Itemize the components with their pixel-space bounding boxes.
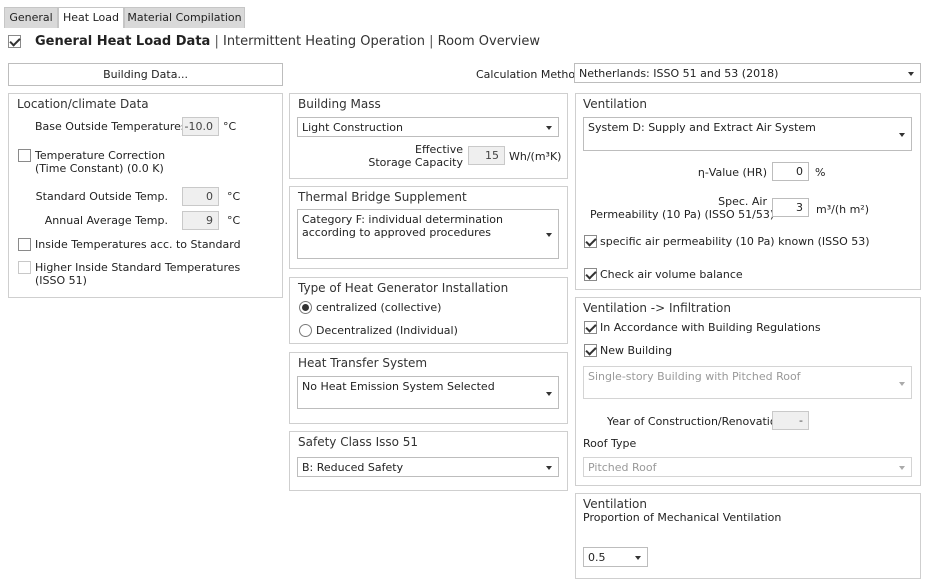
chevron-down-icon <box>546 392 552 396</box>
perm-known-label: specific air permeability (10 Pa) known … <box>600 235 870 248</box>
base-outside-label: Base Outside Temperatures <box>35 120 187 133</box>
eta-label: η-Value (HR) <box>697 166 767 179</box>
roof-type-select[interactable]: Pitched Roof <box>583 457 912 477</box>
std-outside-label: Standard Outside Temp. <box>35 190 168 203</box>
eff-storage-unit: Wh/(m³K) <box>509 150 562 163</box>
thermal-bridge-value-line2: according to approved procedures <box>302 226 491 239</box>
calc-method-label: Calculation Method <box>476 68 583 81</box>
eta-field[interactable]: 0 <box>772 162 809 181</box>
decentralized-radio[interactable] <box>299 324 312 337</box>
ventilation-title: Ventilation <box>583 97 647 111</box>
header-check-icon[interactable] <box>8 35 21 48</box>
base-outside-field[interactable]: -10.0 <box>182 117 219 136</box>
building-mass-value: Light Construction <box>302 121 403 134</box>
ventilation-system-value: System D: Supply and Extract Air System <box>588 121 816 134</box>
inside-temp-checkbox[interactable] <box>18 238 31 251</box>
safety-class-value: B: Reduced Safety <box>302 461 404 474</box>
temp-correction-checkbox[interactable] <box>18 149 31 162</box>
chevron-down-icon <box>546 233 552 237</box>
building-data-button[interactable]: Building Data... <box>8 63 283 86</box>
decentralized-label: Decentralized (Individual) <box>316 324 458 337</box>
std-outside-field[interactable]: 0 <box>182 187 219 206</box>
header-separator: | <box>429 34 434 49</box>
tab-heat-load[interactable]: Heat Load <box>58 7 124 28</box>
calc-method-select[interactable]: Netherlands: ISSO 51 and 53 (2018) <box>574 63 921 83</box>
tab-general[interactable]: General <box>4 7 58 28</box>
centralized-radio[interactable] <box>299 301 312 314</box>
mech-vent-select[interactable]: 0.5 <box>583 547 648 567</box>
link-intermittent-heating[interactable]: Intermittent Heating Operation <box>223 34 425 49</box>
calc-method-value: Netherlands: ISSO 51 and 53 (2018) <box>579 67 779 80</box>
perm-unit: m³/(h m²) <box>816 203 870 216</box>
heat-transfer-value: No Heat Emission System Selected <box>302 380 495 393</box>
new-building-checkbox[interactable] <box>584 344 597 357</box>
ventilation-system-select[interactable]: System D: Supply and Extract Air System <box>583 117 912 151</box>
safety-class-select[interactable]: B: Reduced Safety <box>297 457 559 477</box>
year-label: Year of Construction/Renovation <box>607 415 784 428</box>
eff-storage-label: Effective <box>415 143 463 156</box>
page-title: General Heat Load Data <box>35 34 211 49</box>
heat-transfer-select[interactable]: No Heat Emission System Selected <box>297 376 559 409</box>
chevron-down-icon <box>899 133 905 137</box>
annual-avg-label: Annual Average Temp. <box>44 214 168 227</box>
chevron-down-icon <box>546 126 552 130</box>
chevron-down-icon <box>899 466 905 470</box>
tab-material-compilation[interactable]: Material Compilation <box>124 7 245 28</box>
perm-label: Spec. Air <box>718 195 767 208</box>
higher-inside-label: Higher Inside Standard Temperatures <box>35 261 241 274</box>
heat-transfer-title: Heat Transfer System <box>298 356 428 370</box>
mech-vent-label: Proportion of Mechanical Ventilation <box>583 511 782 524</box>
perm-known-checkbox[interactable] <box>584 235 597 248</box>
higher-inside-checkbox[interactable] <box>18 261 31 274</box>
mech-vent-value: 0.5 <box>588 551 606 564</box>
mech-vent-title: Ventilation <box>583 497 647 511</box>
perm-field[interactable]: 3 <box>772 198 809 217</box>
annual-avg-field[interactable]: 9 <box>182 211 219 230</box>
annual-avg-unit: °C <box>227 214 241 227</box>
safety-class-title: Safety Class Isso 51 <box>298 435 419 449</box>
check-balance-label: Check air volume balance <box>600 268 743 281</box>
header-nav: General Heat Load Data | Intermittent He… <box>35 34 540 49</box>
perm-sublabel: Permeability (10 Pa) (ISSO 51/53) <box>590 208 775 221</box>
new-building-label: New Building <box>600 344 673 357</box>
building-regs-label: In Accordance with Building Regulations <box>600 321 821 334</box>
chevron-down-icon <box>908 72 914 76</box>
roof-type-label: Roof Type <box>583 437 637 450</box>
chevron-down-icon <box>899 382 905 386</box>
base-outside-unit: °C <box>223 120 237 133</box>
chevron-down-icon <box>635 556 641 560</box>
inside-temp-label: Inside Temperatures acc. to Standard <box>35 238 241 251</box>
eff-storage-field[interactable]: 15 <box>468 146 505 165</box>
building-mass-title: Building Mass <box>298 97 381 111</box>
building-type-select[interactable]: Single-story Building with Pitched Roof <box>583 366 912 399</box>
thermal-bridge-value-line1: Category F: individual determination <box>302 213 504 226</box>
header-separator: | <box>214 34 219 49</box>
thermal-bridge-title: Thermal Bridge Supplement <box>298 190 467 204</box>
eta-unit: % <box>815 166 826 179</box>
location-climate-title: Location/climate Data <box>17 97 149 111</box>
heat-generator-title: Type of Heat Generator Installation <box>298 281 509 295</box>
building-type-value: Single-story Building with Pitched Roof <box>588 370 801 383</box>
check-balance-checkbox[interactable] <box>584 268 597 281</box>
centralized-label: centralized (collective) <box>316 301 442 314</box>
higher-inside-sublabel: (ISSO 51) <box>35 274 87 287</box>
std-outside-unit: °C <box>227 190 241 203</box>
thermal-bridge-select[interactable]: Category F: individual determination acc… <box>297 209 559 259</box>
roof-type-value: Pitched Roof <box>588 461 657 474</box>
infiltration-title: Ventilation -> Infiltration <box>583 301 732 315</box>
building-regs-checkbox[interactable] <box>584 321 597 334</box>
temp-correction-sublabel: (Time Constant) (0.0 K) <box>35 162 164 175</box>
tab-bar: General Heat Load Material Compilation <box>0 0 927 28</box>
building-mass-select[interactable]: Light Construction <box>297 117 559 137</box>
year-field[interactable]: - <box>772 411 809 430</box>
temp-correction-label: Temperature Correction <box>35 149 166 162</box>
eff-storage-sublabel: Storage Capacity <box>368 156 463 169</box>
chevron-down-icon <box>546 466 552 470</box>
link-room-overview[interactable]: Room Overview <box>438 34 540 49</box>
